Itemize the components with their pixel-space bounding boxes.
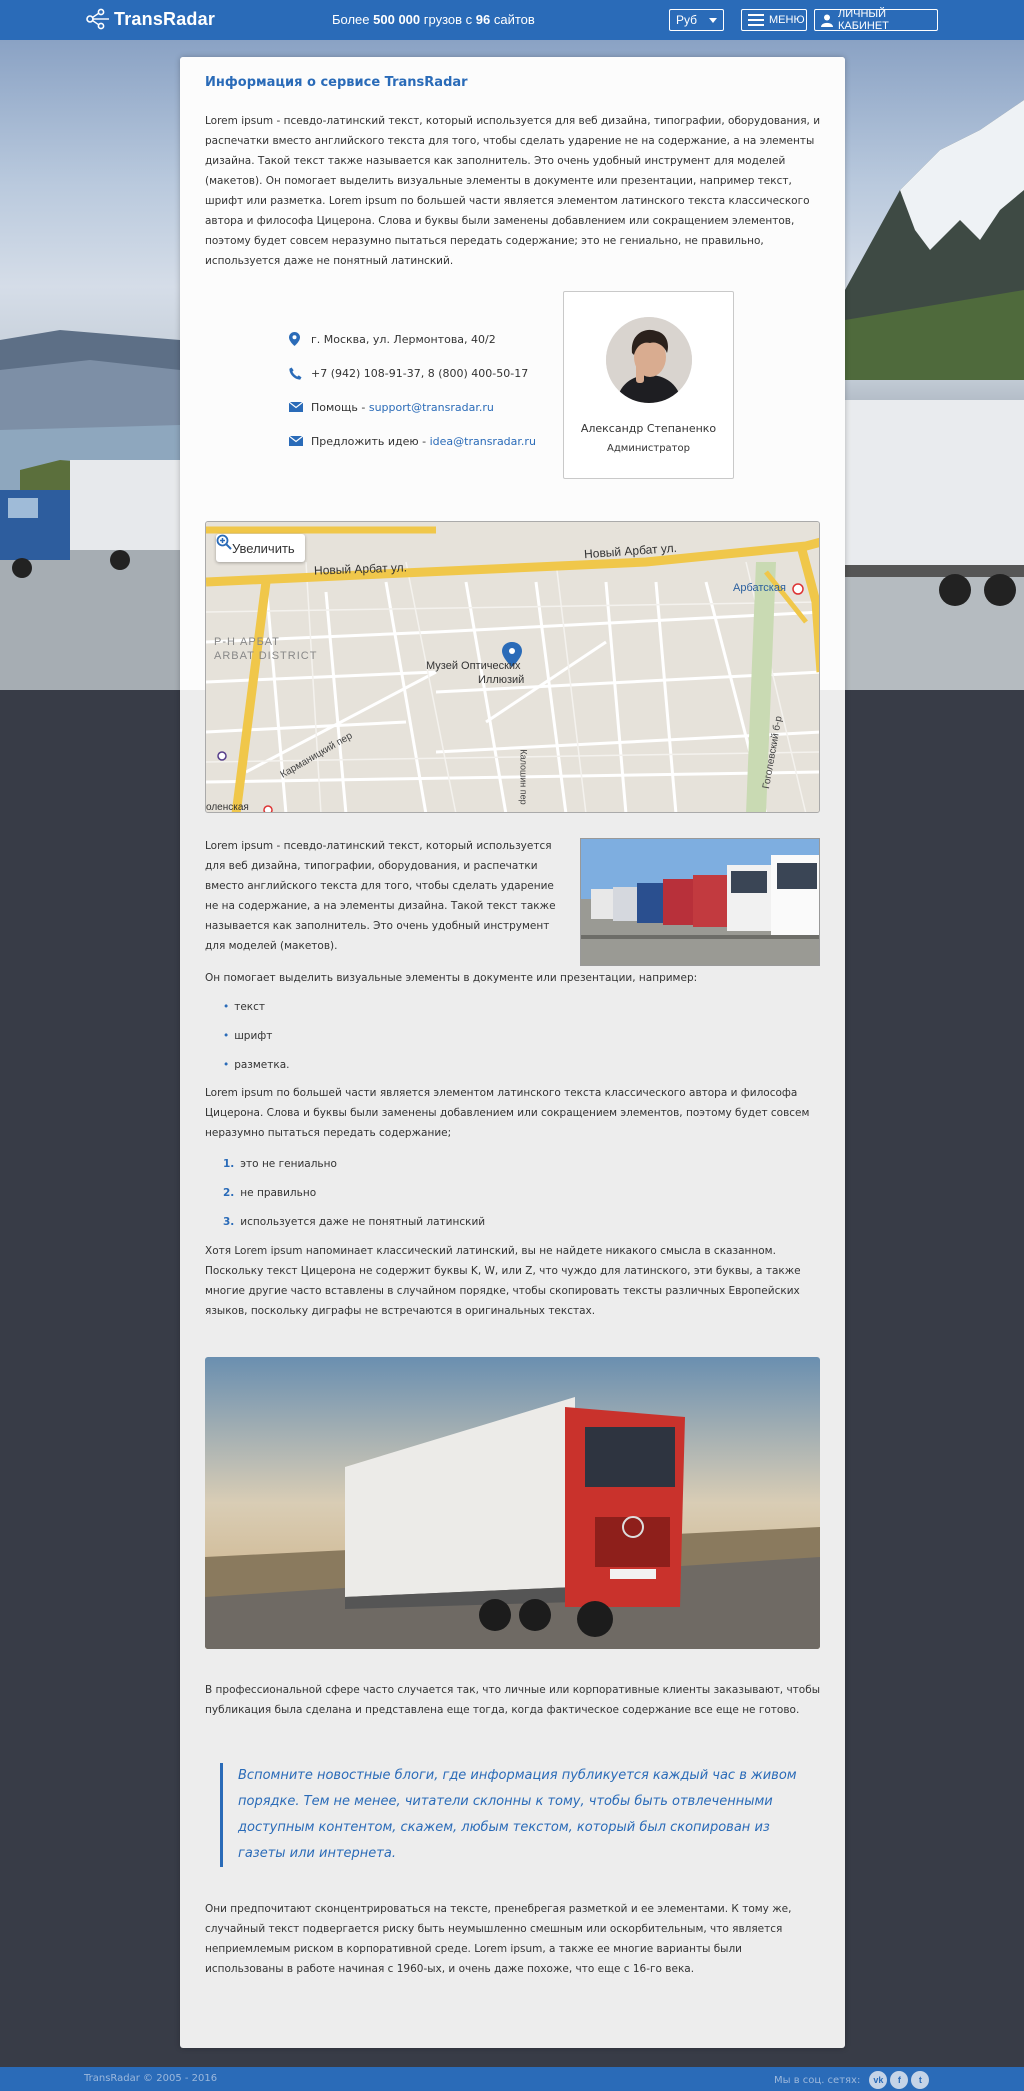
logo-icon <box>86 8 109 30</box>
tagline-cargo-count: 500 000 <box>373 12 421 27</box>
top-header: TransRadar Более 500 000 грузов с 96 сай… <box>0 0 1024 40</box>
bullet-list: • текст • шрифт • разметка. <box>223 997 290 1084</box>
page-title: Информация о сервисе TransRadar <box>205 75 468 90</box>
list-number: 2. <box>223 1187 235 1199</box>
map-street-label: Калошин пер <box>518 749 529 805</box>
avatar <box>606 317 692 403</box>
contact-address: г. Москва, ул. Лермонтова, 40/2 <box>289 322 536 356</box>
content-paragraph: Он помогает выделить визуальные элементы… <box>205 972 698 984</box>
list-item-text: разметка. <box>234 1059 290 1071</box>
list-item-text: текст <box>234 1001 266 1013</box>
list-number: 3. <box>223 1216 235 1228</box>
tagline-suffix: сайтов <box>490 12 535 27</box>
intro-paragraph: Lorem ipsum - псевдо-латинский текст, ко… <box>205 115 821 267</box>
map-district-label: ARBAT DISTRICT <box>214 650 318 662</box>
content-paragraph: В профессиональной сфере часто случается… <box>205 1684 820 1716</box>
list-item: 2. не правильно <box>223 1183 485 1212</box>
list-item: • шрифт <box>223 1026 290 1055</box>
red-truck-image <box>205 1357 820 1649</box>
content-paragraph: Lorem ipsum по большей части является эл… <box>205 1087 810 1139</box>
list-item: 3. используется даже не понятный латински… <box>223 1212 485 1241</box>
footer: TransRadar © 2005 - 2016 Мы в соц. сетях… <box>0 2067 1024 2091</box>
address-text: г. Москва, ул. Лермонтова, 40/2 <box>311 332 496 346</box>
list-item: • разметка. <box>223 1055 290 1084</box>
content-paragraph: Lorem ipsum - псевдо-латинский текст, ко… <box>205 840 556 952</box>
tagline-middle: грузов с <box>420 12 476 27</box>
logo-text: TransRadar <box>114 8 216 29</box>
social-label: Мы в соц. сетях: <box>774 2074 861 2086</box>
cabinet-label: ЛИЧНЫЙ КАБИНЕТ <box>838 8 889 32</box>
person-role: Администратор <box>607 443 690 454</box>
map-metro-label: Арбатская <box>733 582 786 594</box>
contact-help: Помощь - support@transradar.ru <box>289 390 536 424</box>
zoom-label: Увеличить <box>232 540 295 556</box>
support-email-link[interactable]: support@transradar.ru <box>369 401 494 414</box>
envelope-icon <box>289 436 311 446</box>
chevron-down-icon <box>709 17 717 23</box>
list-item: • текст <box>223 997 290 1026</box>
contact-phone: +7 (942) 108-91-37, 8 (800) 400-50-17 <box>289 356 536 390</box>
phone-icon <box>289 367 311 380</box>
contacts-list: г. Москва, ул. Лермонтова, 40/2 +7 (942)… <box>289 322 536 458</box>
map-poi-label: Иллюзий <box>478 674 525 686</box>
list-item-text: используется даже не понятный латинский <box>240 1216 486 1228</box>
contact-idea: Предложить идею - idea@transradar.ru <box>289 424 536 458</box>
trucks-parking-image <box>580 838 820 966</box>
list-number: 1. <box>223 1158 235 1170</box>
list-item: 1. это не гениально <box>223 1154 485 1183</box>
numbered-list: 1. это не гениально 2. не правильно 3. испо… <box>223 1154 485 1241</box>
list-item-text: это не гениально <box>240 1158 337 1170</box>
map-zoom-button[interactable]: Увеличить <box>216 534 305 562</box>
list-item-text: шрифт <box>234 1030 273 1042</box>
location-map[interactable]: Увеличить Новый Арбат ул. Новый Арбат ул… <box>205 521 820 813</box>
phone-text: +7 (942) 108-91-37, 8 (800) 400-50-17 <box>311 366 529 380</box>
facebook-icon[interactable]: f <box>890 2071 909 2089</box>
twitter-icon[interactable]: t <box>911 2071 930 2089</box>
map-pin-icon <box>289 332 311 346</box>
logo[interactable]: TransRadar <box>84 6 215 32</box>
user-icon <box>821 14 833 27</box>
idea-email-link[interactable]: idea@transradar.ru <box>430 435 536 448</box>
idea-label: Предложить идею - <box>311 434 427 448</box>
help-label: Помощь - <box>311 400 366 414</box>
content-paragraph: Хотя Lorem ipsum напоминает классический… <box>205 1245 801 1317</box>
tagline: Более 500 000 грузов с 96 сайтов <box>332 12 535 27</box>
hamburger-icon <box>748 14 764 26</box>
menu-label: МЕНЮ <box>769 14 805 26</box>
map-poi-label: Музей Оптических <box>426 660 521 672</box>
person-card: Александр Степаненко Администратор <box>563 291 734 479</box>
content-card: Информация о сервисе TransRadar Lorem ip… <box>180 57 845 2048</box>
copyright: TransRadar © 2005 - 2016 <box>84 2073 218 2084</box>
map-district-label: Р-Н АРБАТ <box>214 636 280 648</box>
person-name: Александр Степаненко <box>580 422 717 435</box>
tagline-prefix: Более <box>332 12 374 27</box>
social-links: Мы в соц. сетях: vk f t <box>774 2071 930 2089</box>
list-item-text: не правильно <box>240 1187 317 1199</box>
content-paragraph: Они предпочитают сконцентрироваться на т… <box>205 1903 792 1975</box>
vk-icon[interactable]: vk <box>869 2071 888 2089</box>
map-metro-label: оленская <box>206 802 249 813</box>
menu-button[interactable]: МЕНЮ <box>741 9 807 31</box>
currency-select[interactable]: Руб <box>669 9 724 31</box>
blockquote: Вспомните новостные блоги, где информаци… <box>220 1763 820 1867</box>
envelope-icon <box>289 402 311 412</box>
currency-value: Руб <box>676 13 698 27</box>
personal-cabinet-button[interactable]: ЛИЧНЫЙ КАБИНЕТ <box>814 8 938 32</box>
tagline-sites-count: 96 <box>475 12 491 27</box>
